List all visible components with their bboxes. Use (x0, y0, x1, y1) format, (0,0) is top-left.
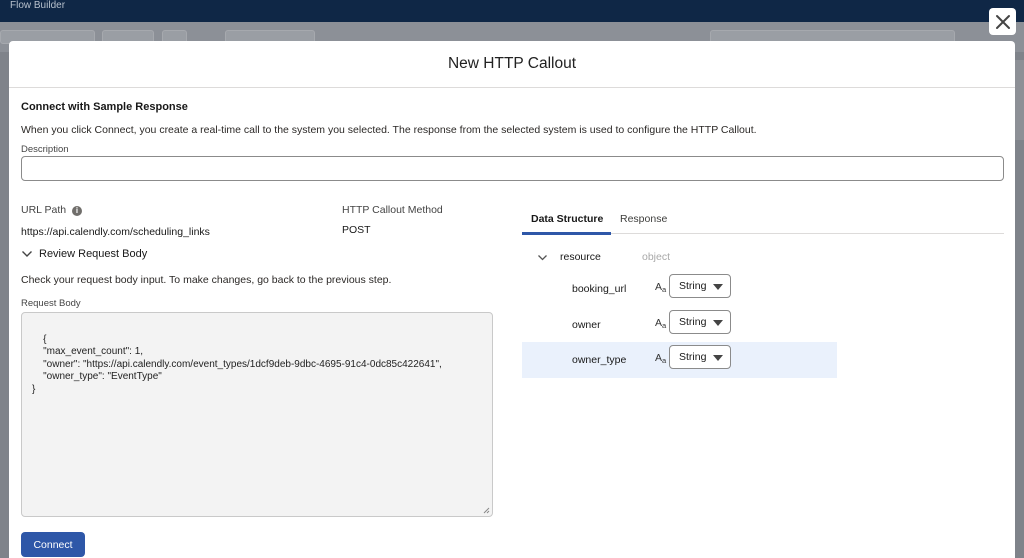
app-header: Flow Builder (0, 0, 1024, 22)
type-select[interactable]: String (669, 310, 731, 334)
field-name: owner_type (572, 354, 627, 366)
text-type-icon: Aa (655, 352, 667, 365)
caret-down-icon (713, 320, 723, 326)
caret-down-icon (713, 355, 723, 361)
request-body-text: { "max_event_count": 1, "owner": "https:… (32, 333, 442, 395)
field-name: booking_url (572, 283, 627, 295)
chevron-down-icon (22, 251, 32, 257)
http-callout-modal: New HTTP Callout Connect with Sample Res… (9, 41, 1015, 558)
tab-response[interactable]: Response (620, 213, 667, 225)
method-label: HTTP Callout Method (342, 204, 443, 216)
review-toggle-label: Review Request Body (39, 248, 148, 260)
type-select-value: String (679, 316, 707, 328)
review-request-body-toggle[interactable]: Review Request Body (21, 248, 147, 260)
close-button[interactable] (989, 8, 1016, 35)
modal-title: New HTTP Callout (9, 41, 1015, 88)
description-input[interactable] (21, 156, 1004, 181)
type-select-value: String (679, 280, 707, 292)
text-type-icon: Aa (655, 317, 667, 330)
caret-down-icon (713, 284, 723, 290)
tree-row-owner-type[interactable]: owner_type Aa String (522, 342, 837, 378)
field-name: owner (572, 319, 601, 331)
structure-tabs: Data Structure Response (522, 204, 1004, 235)
text-type-icon: Aa (655, 281, 667, 294)
type-select-value: String (679, 351, 707, 363)
connect-button[interactable]: Connect (21, 532, 85, 557)
tree-row-owner[interactable]: owner Aa String (522, 307, 837, 343)
tree-row-resource[interactable]: resource object (522, 247, 837, 267)
app-title: Flow Builder (10, 0, 66, 11)
resource-type: object (642, 251, 671, 263)
chevron-down-icon[interactable] (537, 252, 548, 263)
tab-data-structure[interactable]: Data Structure (531, 213, 603, 225)
review-hint: Check your request body input. To make c… (21, 274, 392, 286)
type-select[interactable]: String (669, 274, 731, 298)
type-select[interactable]: String (669, 345, 731, 369)
section-title: Connect with Sample Response (21, 101, 188, 113)
close-icon (995, 14, 1010, 29)
resource-name: resource (560, 251, 601, 263)
request-body-label: Request Body (21, 298, 81, 309)
url-path-label: URL Path (21, 204, 67, 216)
description-label: Description (21, 144, 69, 155)
resize-grip-icon[interactable] (483, 507, 490, 514)
tree-row-booking-url[interactable]: booking_url Aa String (522, 271, 837, 307)
active-tab-indicator (522, 232, 611, 235)
info-icon[interactable]: i (72, 206, 82, 216)
method-value: POST (342, 224, 371, 236)
url-path-value: https://api.calendly.com/scheduling_link… (21, 226, 210, 238)
request-body-textarea[interactable]: { "max_event_count": 1, "owner": "https:… (21, 312, 493, 517)
section-description: When you click Connect, you create a rea… (21, 124, 757, 136)
